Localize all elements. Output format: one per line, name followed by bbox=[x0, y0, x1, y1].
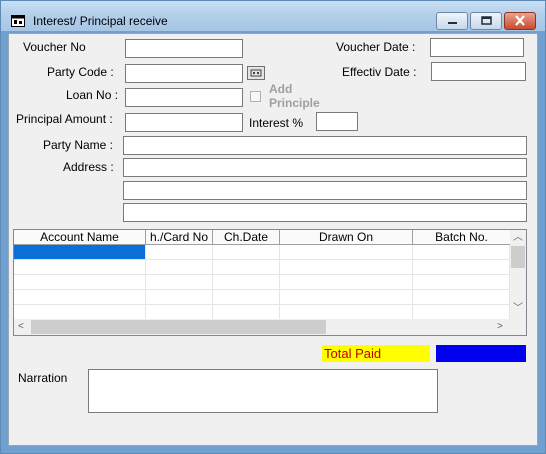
address-line-1-input[interactable] bbox=[123, 158, 527, 177]
table-cell[interactable] bbox=[14, 275, 146, 290]
horizontal-scroll-thumb[interactable] bbox=[31, 320, 326, 334]
narration-label: Narration bbox=[18, 371, 68, 385]
party-code-input[interactable] bbox=[125, 64, 243, 83]
table-cell[interactable] bbox=[213, 260, 280, 275]
party-lookup-button[interactable] bbox=[247, 66, 265, 80]
table-row[interactable] bbox=[14, 275, 510, 290]
table-cell[interactable] bbox=[14, 290, 146, 305]
table-cell[interactable] bbox=[14, 245, 146, 260]
table-cell[interactable] bbox=[146, 245, 213, 260]
narration-textarea[interactable] bbox=[88, 369, 438, 413]
effective-date-input[interactable] bbox=[431, 62, 526, 81]
table-cell[interactable] bbox=[14, 260, 146, 275]
interest-input[interactable] bbox=[316, 112, 358, 131]
maximize-button[interactable] bbox=[470, 12, 502, 30]
maximize-icon bbox=[481, 16, 492, 25]
voucher-no-input[interactable] bbox=[125, 39, 243, 58]
close-icon bbox=[515, 15, 525, 26]
grid-header: Account Name h./Card No Ch.Date Drawn On… bbox=[14, 230, 510, 245]
party-name-input[interactable] bbox=[123, 136, 527, 155]
vertical-scrollbar[interactable]: ︿ ﹀ bbox=[510, 230, 526, 320]
cheque-grid[interactable]: Account Name h./Card No Ch.Date Drawn On… bbox=[13, 229, 527, 336]
minimize-button[interactable] bbox=[436, 12, 468, 30]
loan-no-label: Loan No : bbox=[66, 88, 119, 102]
column-header-batch-no[interactable]: Batch No. bbox=[413, 230, 510, 245]
window-title: Interest/ Principal receive bbox=[33, 14, 168, 28]
interest-label: Interest % bbox=[249, 116, 304, 130]
table-cell[interactable] bbox=[146, 305, 213, 320]
table-cell[interactable] bbox=[146, 290, 213, 305]
scroll-corner bbox=[510, 319, 526, 335]
total-paid-value bbox=[436, 345, 526, 362]
vertical-scroll-thumb[interactable] bbox=[511, 246, 525, 268]
party-name-label: Party Name : bbox=[43, 138, 114, 152]
table-cell[interactable] bbox=[280, 260, 413, 275]
table-cell[interactable] bbox=[413, 305, 510, 320]
column-header-card-no[interactable]: h./Card No bbox=[146, 230, 213, 245]
table-cell[interactable] bbox=[280, 305, 413, 320]
table-cell[interactable] bbox=[413, 275, 510, 290]
total-paid-label: Total Paid bbox=[322, 345, 430, 362]
column-header-drawn-on[interactable]: Drawn On bbox=[280, 230, 413, 245]
table-cell[interactable] bbox=[146, 275, 213, 290]
table-cell[interactable] bbox=[413, 260, 510, 275]
title-bar[interactable]: Interest/ Principal receive bbox=[1, 1, 545, 31]
principal-amount-label: Principal Amount : bbox=[16, 112, 113, 126]
table-cell[interactable] bbox=[213, 290, 280, 305]
scroll-up-icon[interactable]: ︿ bbox=[513, 232, 523, 244]
table-cell[interactable] bbox=[413, 290, 510, 305]
minimize-icon bbox=[448, 22, 457, 24]
column-header-account-name[interactable]: Account Name bbox=[14, 230, 146, 245]
scroll-left-icon[interactable]: < bbox=[18, 321, 24, 333]
table-cell[interactable] bbox=[146, 260, 213, 275]
voucher-date-input[interactable] bbox=[430, 38, 524, 57]
horizontal-scrollbar[interactable]: < > bbox=[14, 319, 510, 335]
scroll-down-icon[interactable]: ﹀ bbox=[513, 303, 523, 315]
effective-date-label: Effectiv Date : bbox=[342, 65, 417, 79]
table-cell[interactable] bbox=[413, 245, 510, 260]
close-button[interactable] bbox=[504, 12, 536, 30]
table-row[interactable] bbox=[14, 305, 510, 320]
scroll-right-icon[interactable]: > bbox=[497, 321, 503, 333]
table-row[interactable] bbox=[14, 260, 510, 275]
form-body: Voucher No Party Code : Loan No : Add Pr… bbox=[8, 33, 538, 446]
column-header-ch-date[interactable]: Ch.Date bbox=[213, 230, 280, 245]
table-cell[interactable] bbox=[14, 305, 146, 320]
app-window: Interest/ Principal receive Voucher No P… bbox=[0, 0, 546, 454]
table-cell[interactable] bbox=[280, 245, 413, 260]
table-cell[interactable] bbox=[213, 275, 280, 290]
table-cell[interactable] bbox=[280, 275, 413, 290]
address-line-2-input[interactable] bbox=[123, 181, 527, 200]
principal-amount-input[interactable] bbox=[125, 113, 243, 132]
voucher-date-label: Voucher Date : bbox=[336, 40, 416, 54]
voucher-no-label: Voucher No bbox=[23, 40, 86, 54]
table-row[interactable] bbox=[14, 245, 510, 260]
table-cell[interactable] bbox=[280, 290, 413, 305]
table-cell[interactable] bbox=[213, 305, 280, 320]
app-icon bbox=[11, 15, 25, 27]
address-line-3-input[interactable] bbox=[123, 203, 527, 222]
add-principle-checkbox[interactable] bbox=[250, 91, 261, 102]
lookup-icon bbox=[250, 69, 262, 77]
loan-no-input[interactable] bbox=[125, 88, 243, 107]
table-row[interactable] bbox=[14, 290, 510, 305]
address-label: Address : bbox=[63, 160, 114, 174]
table-cell[interactable] bbox=[213, 245, 280, 260]
party-code-label: Party Code : bbox=[47, 65, 114, 79]
add-principle-label: Add Principle bbox=[269, 82, 320, 110]
